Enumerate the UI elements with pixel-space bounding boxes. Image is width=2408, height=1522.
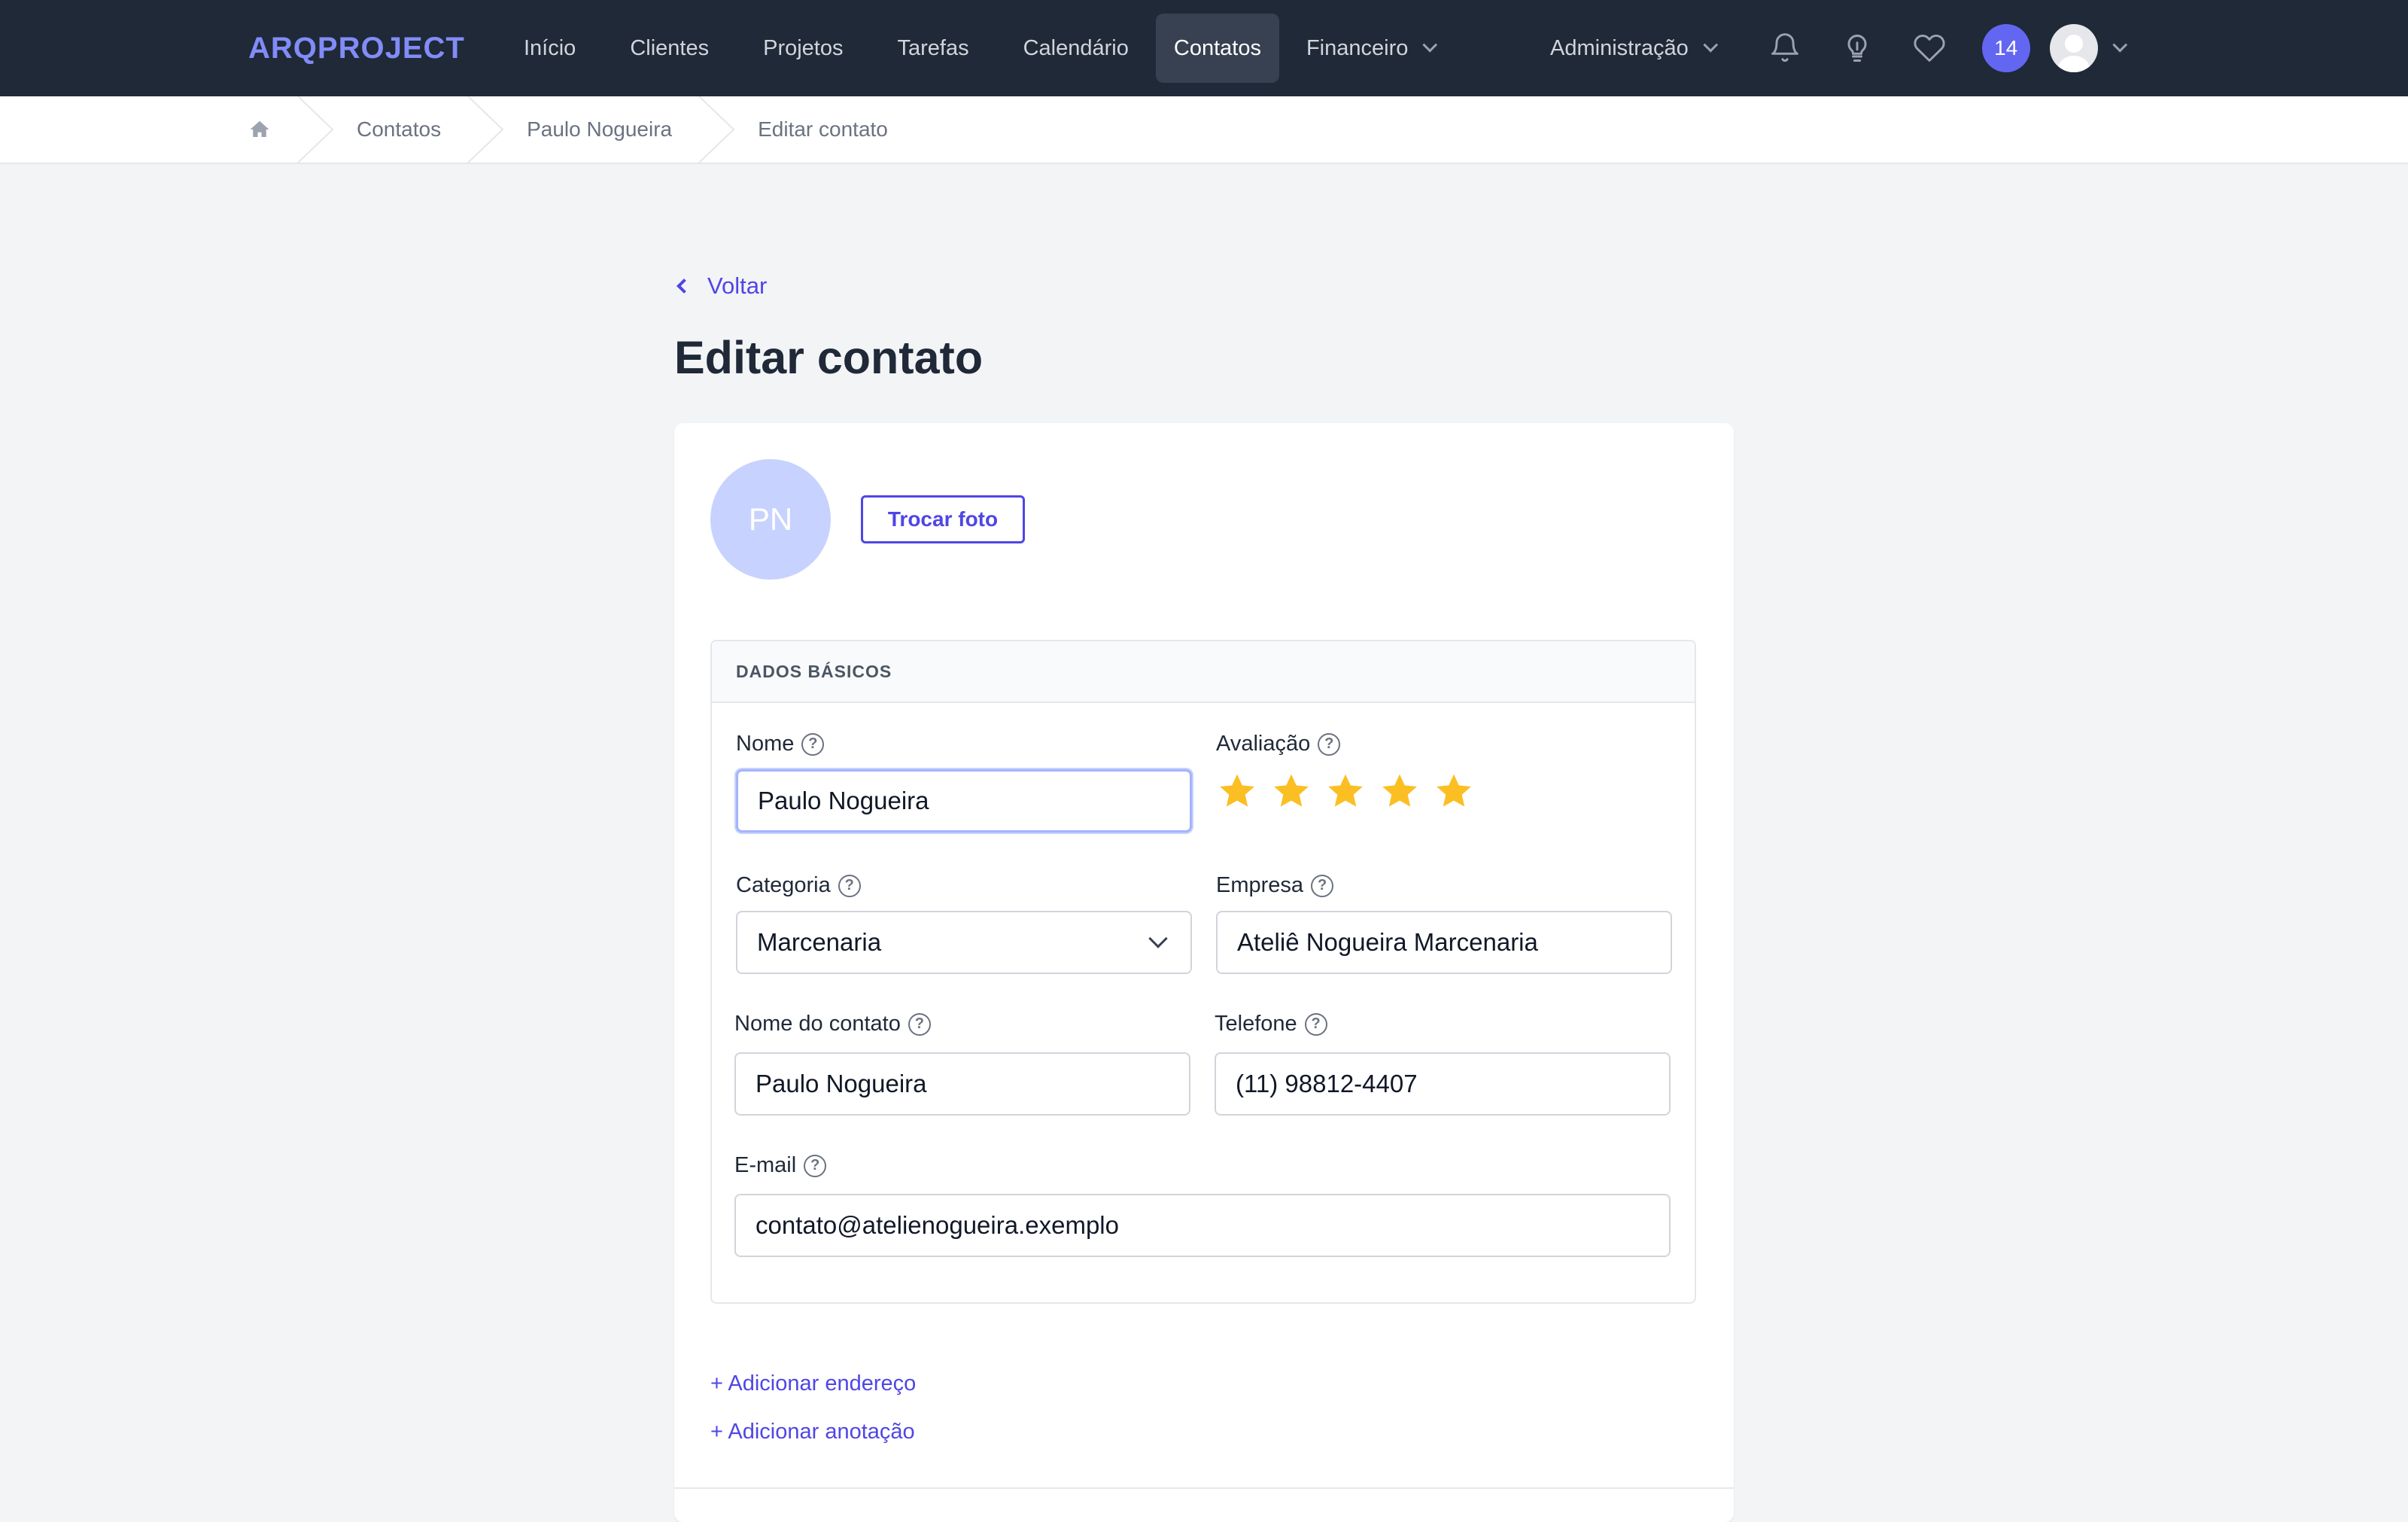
telefone-label: Telefone ? [1215, 1012, 1327, 1036]
nav-contatos[interactable]: Contatos [1155, 14, 1279, 83]
breadcrumb-items: Contatos Paulo Nogueira Editar contato [248, 96, 888, 163]
categoria-select[interactable]: Marcenaria [736, 911, 1192, 974]
change-photo-button[interactable]: Trocar foto [861, 495, 1025, 543]
help-icon[interactable]: ? [801, 732, 825, 756]
contact-avatar: PN [710, 459, 831, 580]
empresa-label-text: Empresa [1216, 873, 1304, 897]
telefone-input[interactable]: (11) 98812-4407 [1215, 1052, 1671, 1116]
nav-financeiro[interactable]: Financeiro [1279, 14, 1459, 83]
back-link[interactable]: Voltar [674, 272, 767, 300]
main-nav: Início Clientes Projetos Tarefas Calendá… [497, 14, 1459, 83]
nav-administracao-label: Administração [1550, 35, 1689, 60]
help-icon[interactable]: ? [908, 1012, 931, 1036]
top-navbar: ARQPROJECT Início Clientes Projetos Tare… [0, 0, 2408, 96]
nome-contato-label: Nome do contato ? [734, 1012, 931, 1036]
help-icon[interactable]: ? [1311, 874, 1334, 897]
categoria-value: Marcenaria [757, 928, 882, 956]
help-icon[interactable]: ? [838, 874, 861, 897]
nome-label: Nome ? [736, 732, 825, 756]
star-icon[interactable] [1433, 771, 1475, 813]
empresa-label: Empresa ? [1216, 873, 1334, 898]
empresa-input[interactable]: Ateliê Nogueira Marcenaria [1216, 911, 1672, 974]
nome-contato-input[interactable]: Paulo Nogueira [734, 1052, 1190, 1116]
chevron-down-icon [1148, 929, 1168, 948]
count-badge[interactable]: 14 [1981, 24, 2030, 72]
favorites-button[interactable] [1910, 29, 1949, 68]
notifications-button[interactable] [1765, 29, 1804, 68]
categoria-label: Categoria ? [736, 873, 861, 898]
breadcrumb-separator [296, 96, 334, 163]
star-icon[interactable] [1270, 771, 1312, 813]
breadcrumb-home[interactable] [248, 96, 271, 163]
email-input[interactable]: contato@atelienogueira.exemplo [734, 1194, 1671, 1257]
lightbulb-icon [1847, 35, 1867, 62]
user-avatar[interactable] [2049, 24, 2098, 72]
back-label: Voltar [707, 272, 768, 299]
rating-stars [1216, 771, 1487, 813]
nav-inicio[interactable]: Início [497, 14, 603, 83]
nome-contato-label-text: Nome do contato [734, 1012, 901, 1036]
email-label: E-mail ? [734, 1153, 827, 1178]
breadcrumb-separator [698, 96, 735, 163]
add-address-link[interactable]: + Adicionar endereço [710, 1371, 916, 1396]
nome-label-text: Nome [736, 732, 795, 756]
home-icon [250, 120, 269, 137]
breadcrumb-separator [467, 96, 504, 163]
star-icon[interactable] [1379, 771, 1421, 813]
nav-financeiro-label: Financeiro [1306, 35, 1409, 60]
breadcrumb: Contatos Paulo Nogueira Editar contato [0, 96, 2408, 164]
avaliacao-label: Avaliação ? [1216, 732, 1341, 756]
telefone-label-text: Telefone [1215, 1012, 1297, 1036]
heart-icon [1914, 35, 1945, 62]
ideas-button[interactable] [1838, 29, 1877, 68]
chevron-down-icon[interactable] [2112, 37, 2127, 53]
card-divider [674, 1487, 1734, 1489]
email-label-text: E-mail [734, 1153, 797, 1177]
app-logo[interactable]: ARQPROJECT [248, 30, 465, 66]
nav-projetos[interactable]: Projetos [736, 14, 870, 83]
chevron-left-icon [676, 279, 692, 294]
breadcrumb-contatos[interactable]: Contatos [357, 96, 441, 163]
breadcrumb-contact[interactable]: Paulo Nogueira [527, 96, 672, 163]
help-icon[interactable]: ? [1318, 732, 1341, 756]
nav-clientes[interactable]: Clientes [603, 14, 736, 83]
avaliacao-label-text: Avaliação [1216, 732, 1311, 756]
nav-administracao[interactable]: Administração [1550, 35, 1718, 61]
nav-calendario[interactable]: Calendário [996, 14, 1156, 83]
bell-icon [1771, 33, 1798, 62]
help-icon[interactable]: ? [804, 1154, 827, 1177]
breadcrumb-current: Editar contato [758, 117, 888, 141]
section-title: DADOS BÁSICOS [712, 641, 1695, 703]
edit-contact-card: PN Trocar foto DADOS BÁSICOS Nome ? Paul… [674, 423, 1734, 1522]
chevron-down-icon [1703, 37, 1718, 53]
add-note-link[interactable]: + Adicionar anotação [710, 1420, 915, 1444]
page-title: Editar contato [674, 332, 984, 383]
chevron-down-icon [1422, 37, 1438, 53]
categoria-label-text: Categoria [736, 873, 831, 897]
nav-tarefas[interactable]: Tarefas [871, 14, 996, 83]
help-icon[interactable]: ? [1304, 1012, 1327, 1036]
star-icon[interactable] [1324, 771, 1367, 813]
star-icon[interactable] [1216, 771, 1258, 813]
nav-right: Administração 14 [1550, 14, 2127, 83]
nome-input[interactable]: Paulo Nogueira [736, 769, 1192, 833]
